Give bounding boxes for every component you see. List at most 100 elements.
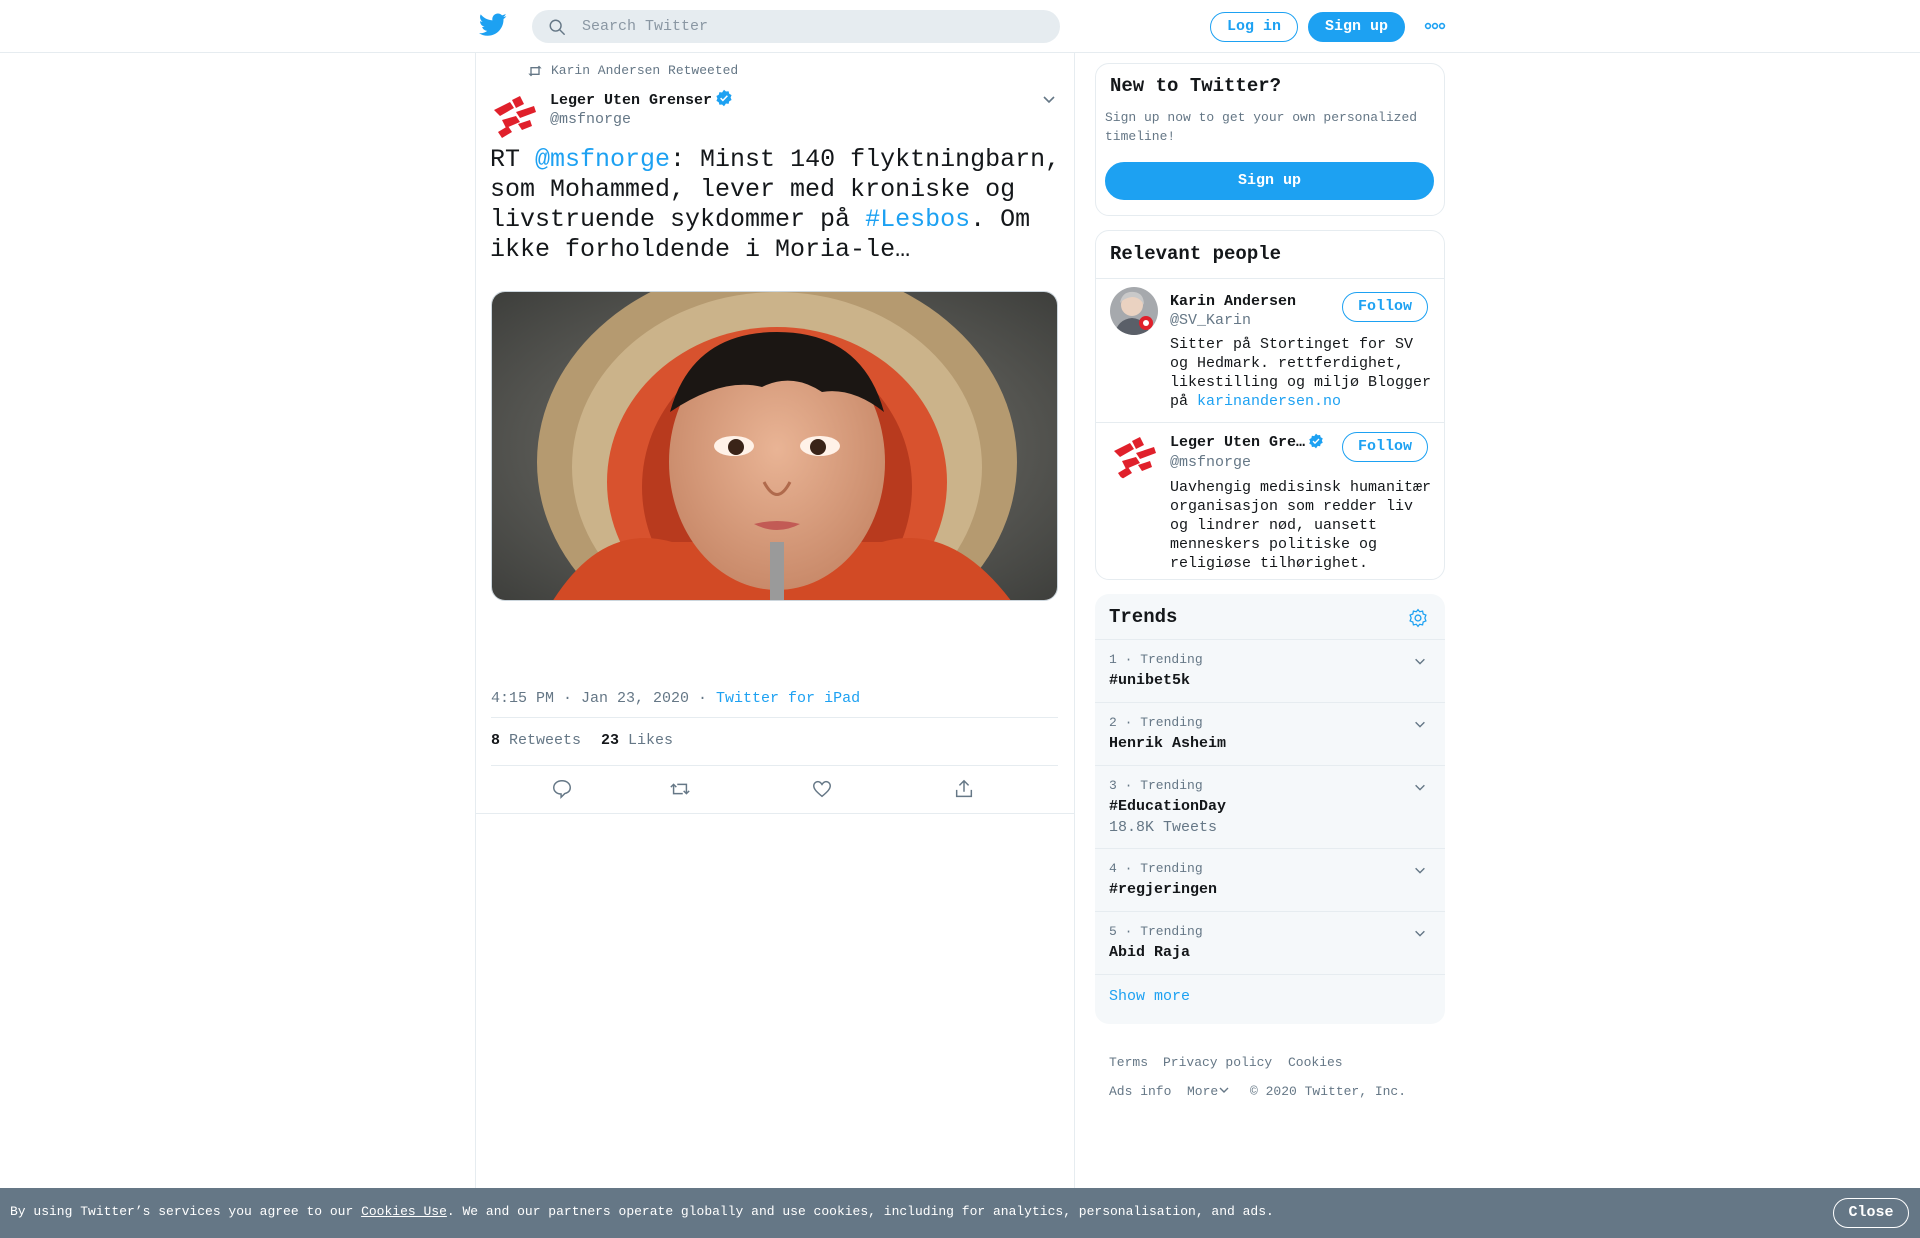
trends-title: Trends <box>1109 606 1178 628</box>
msf-avatar[interactable] <box>490 92 538 140</box>
privacy-policy-link[interactable]: Privacy policy <box>1163 1055 1272 1070</box>
trend-name[interactable]: #EducationDay <box>1109 798 1226 815</box>
relevant-people-title: Relevant people <box>1110 243 1282 265</box>
new-to-twitter-card: New to Twitter? Sign up now to get your … <box>1095 63 1445 216</box>
retweets-stat[interactable]: 8 Retweets <box>491 732 581 749</box>
relevant-people-card: Relevant people Karin Andersen @SV_Karin… <box>1095 230 1445 580</box>
retweet-icon[interactable] <box>669 778 691 800</box>
sidebar-signup-button[interactable]: Sign up <box>1105 162 1434 200</box>
more-label[interactable]: More <box>1187 1084 1218 1099</box>
person-name[interactable]: Karin Andersen <box>1170 293 1296 310</box>
tweet-actions <box>491 766 1058 814</box>
trend-item[interactable]: 4 · Trending #regjeringen <box>1095 849 1445 912</box>
ads-info-link[interactable]: Ads info <box>1109 1084 1171 1099</box>
child-in-hood-photo <box>492 292 1057 600</box>
trend-meta: 4 · Trending <box>1109 861 1203 876</box>
trend-name[interactable]: #unibet5k <box>1109 672 1190 689</box>
person-bio: Uavhengig medisinsk humanitær organisasj… <box>1170 479 1432 572</box>
bio-website-link[interactable]: karinandersen.no <box>1197 393 1341 410</box>
trend-name[interactable]: #regjeringen <box>1109 881 1217 898</box>
verified-badge-icon <box>1309 433 1323 449</box>
trend-item[interactable]: 1 · Trending #unibet5k <box>1095 640 1445 703</box>
login-button[interactable]: Log in <box>1210 12 1298 42</box>
tweet-divider <box>476 813 1075 814</box>
author-handle[interactable]: @msfnorge <box>550 111 631 128</box>
chevron-down-icon <box>1219 1087 1229 1093</box>
person-name[interactable]: Leger Uten Gre… <box>1170 433 1324 451</box>
tweet-source-link[interactable]: Twitter for iPad <box>716 690 860 707</box>
twitter-bird-icon[interactable] <box>479 13 507 37</box>
cookie-text-after: . We and our partners operate globally a… <box>446 1204 1274 1219</box>
retweeted-by-label: Karin Andersen Retweeted <box>551 63 739 78</box>
mention-link[interactable]: @msfnorge <box>535 145 670 174</box>
trend-tweet-count: 18.8K Tweets <box>1109 819 1218 836</box>
chevron-down-icon[interactable] <box>1413 926 1427 940</box>
chevron-down-icon[interactable] <box>1413 780 1427 794</box>
trend-item[interactable]: 2 · Trending Henrik Asheim <box>1095 703 1445 766</box>
trend-item[interactable]: 3 · Trending #EducationDay 18.8K Tweets <box>1095 766 1445 849</box>
top-navigation-bar: Log in Sign up <box>0 0 1920 53</box>
cookie-message: By using Twitter’s services you agree to… <box>10 1204 1274 1219</box>
likes-stat[interactable]: 23 Likes <box>601 732 673 749</box>
hashtag-link[interactable]: #Lesbos <box>865 205 970 234</box>
tweet-photo[interactable] <box>491 291 1058 601</box>
cookies-link[interactable]: Cookies <box>1288 1055 1343 1070</box>
gear-icon[interactable] <box>1408 608 1428 628</box>
retweets-label: Retweets <box>509 732 582 749</box>
more-options-icon[interactable] <box>1424 20 1446 32</box>
follow-button[interactable]: Follow <box>1342 432 1428 462</box>
cookie-text-before: By using Twitter’s services you agree to… <box>10 1204 362 1219</box>
tweet-column: Karin Andersen Retweeted Leger Uten Gren… <box>475 53 1075 1238</box>
chevron-down-icon[interactable] <box>1413 717 1427 731</box>
author-name[interactable]: Leger Uten Grenser <box>550 89 733 109</box>
msf-avatar-small[interactable] <box>1110 433 1158 481</box>
share-icon[interactable] <box>953 778 975 800</box>
trends-card: Trends 1 · Trending #unibet5k 2 · Trendi… <box>1095 594 1445 1024</box>
trend-meta: 5 · Trending <box>1109 924 1203 939</box>
search-box[interactable] <box>532 10 1060 43</box>
close-cookie-button[interactable]: Close <box>1833 1198 1909 1228</box>
search-icon <box>549 19 565 35</box>
verified-badge-icon <box>716 89 732 107</box>
person-bio: Sitter på Stortinget for SV og Hedmark. … <box>1170 335 1435 411</box>
likes-label: Likes <box>628 732 674 749</box>
new-to-twitter-description: Sign up now to get your own personalized… <box>1105 110 1418 144</box>
chevron-down-icon[interactable] <box>1413 654 1427 668</box>
cookies-use-link[interactable]: Cookies Use <box>361 1204 447 1219</box>
person-leger-uten-grenser[interactable]: Leger Uten Gre… @msfnorge Follow Uavheng… <box>1096 423 1444 579</box>
likes-count: 23 <box>601 732 620 749</box>
retweets-count: 8 <box>491 732 501 749</box>
trend-name[interactable]: Henrik Asheim <box>1109 735 1226 752</box>
more-menu-link[interactable]: More <box>1187 1084 1230 1099</box>
trend-name[interactable]: Abid Raja <box>1109 944 1190 961</box>
person-handle[interactable]: @msfnorge <box>1170 454 1251 471</box>
karin-andersen-avatar[interactable] <box>1110 287 1158 335</box>
cookie-consent-bar: By using Twitter’s services you agree to… <box>0 1188 1920 1238</box>
search-input[interactable] <box>582 10 1042 43</box>
tweet-text: RT @msfnorge: Minst 140 flyktningbarn, s… <box>490 145 1070 265</box>
tweet-timestamp: 4:15 PM · Jan 23, 2020 · Twitter for iPa… <box>491 690 860 707</box>
tweet-text-prefix: RT <box>490 145 536 174</box>
tweet-stats: 8 Retweets 23 Likes <box>491 717 1058 766</box>
trend-item[interactable]: 5 · Trending Abid Raja <box>1095 912 1445 975</box>
follow-button[interactable]: Follow <box>1342 292 1428 322</box>
person-name-text[interactable]: Leger Uten Gre… <box>1170 434 1305 451</box>
person-karin-andersen[interactable]: Karin Andersen @SV_Karin Follow Sitter p… <box>1096 279 1444 423</box>
new-to-twitter-title: New to Twitter? <box>1110 75 1282 97</box>
tweet-time[interactable]: 4:15 PM · Jan 23, 2020 · <box>491 690 716 707</box>
signup-button[interactable]: Sign up <box>1308 12 1405 42</box>
trend-meta: 3 · Trending <box>1109 778 1203 793</box>
relevant-people-header: Relevant people <box>1096 231 1444 279</box>
copyright: © 2020 Twitter, Inc. <box>1250 1084 1407 1099</box>
trends-header: Trends <box>1095 594 1445 640</box>
reply-icon[interactable] <box>551 778 573 800</box>
person-handle[interactable]: @SV_Karin <box>1170 312 1251 329</box>
trend-meta: 2 · Trending <box>1109 715 1203 730</box>
terms-link[interactable]: Terms <box>1109 1055 1148 1070</box>
author-name-text[interactable]: Leger Uten Grenser <box>550 92 712 109</box>
chevron-down-icon[interactable] <box>1041 91 1057 107</box>
retweet-small-icon <box>528 65 542 77</box>
chevron-down-icon[interactable] <box>1413 863 1427 877</box>
show-more-link[interactable]: Show more <box>1109 988 1190 1005</box>
like-heart-icon[interactable] <box>811 778 833 800</box>
